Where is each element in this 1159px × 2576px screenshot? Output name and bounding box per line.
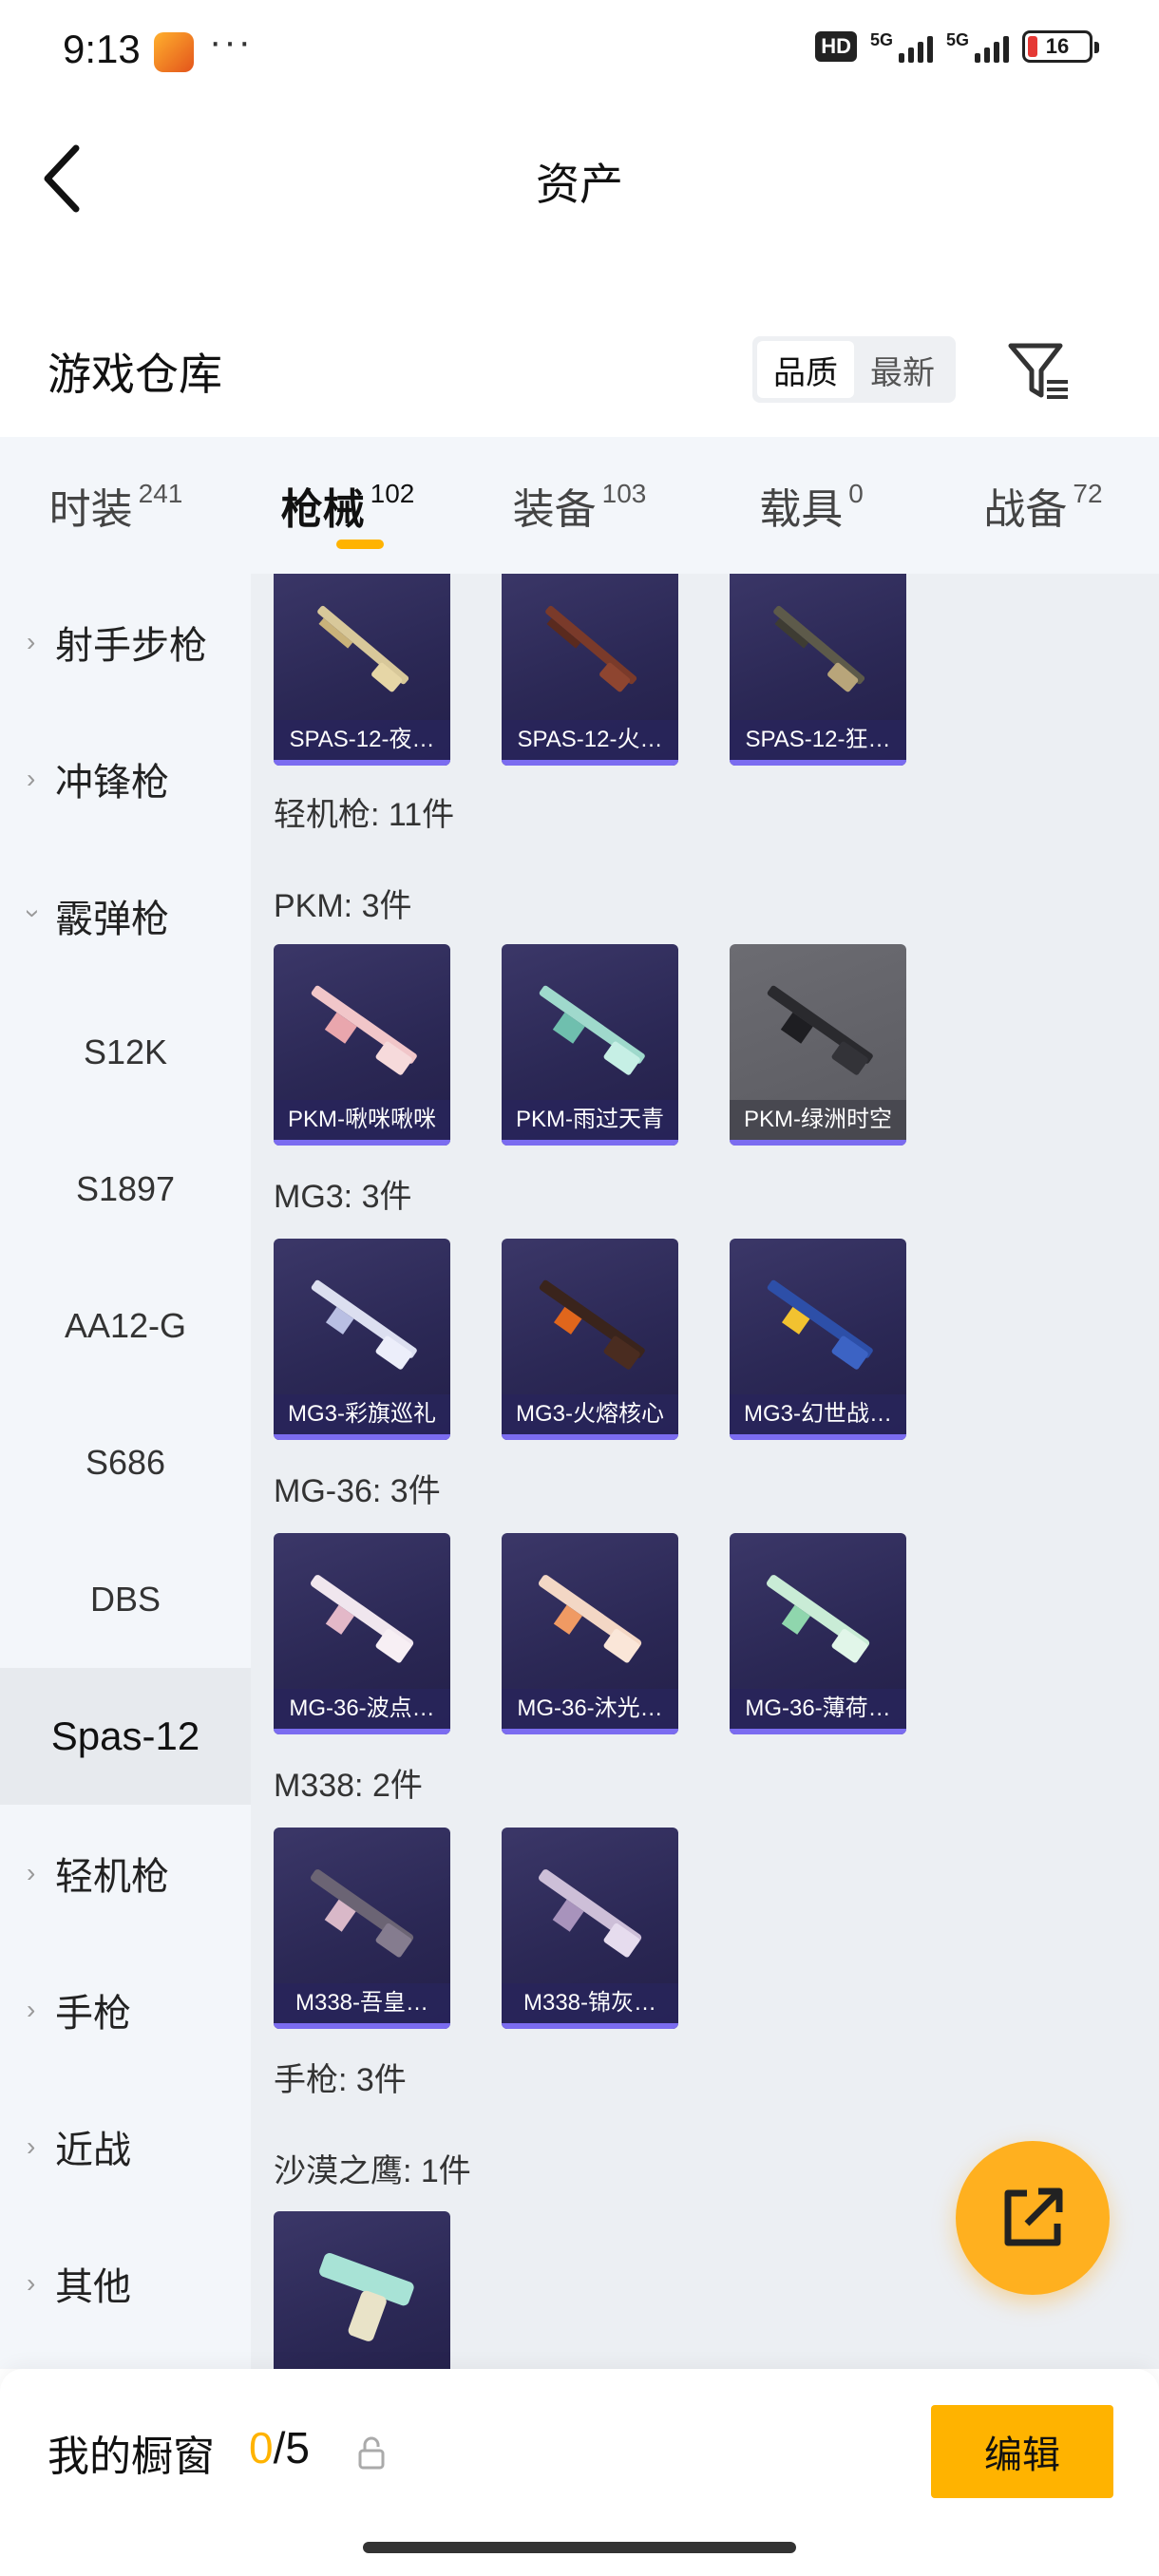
- sidebar-item-dbs[interactable]: DBS: [0, 1531, 251, 1668]
- share-fab-button[interactable]: [956, 2141, 1110, 2295]
- weapon-card[interactable]: MG3-幻世战…: [730, 1239, 906, 1440]
- lmg-section-header: 轻机枪: 11件: [274, 797, 455, 833]
- sort-quality-option[interactable]: 品质: [757, 341, 854, 398]
- header: 资产: [0, 104, 1159, 256]
- home-indicator: [363, 2542, 796, 2553]
- chevron-right-icon: ›: [27, 2131, 36, 2161]
- status-time: 9:13: [63, 27, 141, 71]
- app-notification-icon: [154, 32, 194, 72]
- weapon-card[interactable]: PKM-绿洲时空: [730, 944, 906, 1146]
- pkm-row: PKM-啾咪啾咪 PKM-雨过天青 PKM-绿洲时空: [274, 944, 906, 1146]
- filter-button[interactable]: [1005, 338, 1072, 405]
- rifle-image: [311, 1575, 414, 1663]
- more-notifications-icon: ···: [209, 21, 253, 63]
- sidebar-item-s1897[interactable]: S1897: [0, 1121, 251, 1258]
- sidebar-item-spas12[interactable]: Spas-12: [0, 1668, 251, 1805]
- shotgun-image: [773, 605, 865, 692]
- page-title: 资产: [536, 160, 623, 209]
- sidebar-item-melee[interactable]: › 近战: [0, 2078, 251, 2215]
- sidebar-item-smg[interactable]: › 冲锋枪: [0, 710, 251, 847]
- sort-toggle: 品质 最新: [752, 336, 956, 403]
- deagle-row: [274, 2211, 450, 2369]
- chevron-down-icon: ›: [19, 909, 48, 919]
- tab-firearms[interactable]: 枪械 102: [232, 437, 464, 574]
- hd-call-icon: HD: [815, 31, 857, 62]
- sidebar-item-other[interactable]: › 其他: [0, 2215, 251, 2352]
- sidebar-item-lmg[interactable]: › 轻机枪: [0, 1805, 251, 1941]
- shotgun-image: [317, 605, 409, 692]
- shotgun-image: [545, 605, 637, 692]
- weapon-card[interactable]: MG-36-波点…: [274, 1533, 450, 1734]
- showcase-count: 0/5: [249, 2423, 310, 2472]
- sidebar-item-aa12g[interactable]: AA12-G: [0, 1258, 251, 1394]
- tab-vehicles[interactable]: 载具 0: [695, 437, 927, 574]
- weapon-card[interactable]: [274, 2211, 450, 2369]
- sidebar-item-dmr[interactable]: › 射手步枪: [0, 574, 251, 710]
- chevron-right-icon: ›: [27, 764, 36, 793]
- weapon-card[interactable]: MG-36-薄荷…: [730, 1533, 906, 1734]
- tab-supplies[interactable]: 战备 72: [927, 437, 1159, 574]
- signal-icon: 5G: [870, 30, 933, 63]
- machine-gun-image: [539, 985, 645, 1075]
- showcase-label: 我的橱窗: [48, 2434, 215, 2480]
- machine-gun-image: [311, 1279, 417, 1370]
- weapon-card[interactable]: SPAS-12-火…: [502, 574, 678, 766]
- machine-gun-image: [311, 985, 417, 1075]
- rifle-image: [539, 1869, 642, 1958]
- weapon-card[interactable]: PKM-啾咪啾咪: [274, 944, 450, 1146]
- sidebar-item-s686[interactable]: S686: [0, 1394, 251, 1531]
- edit-button[interactable]: 编辑: [931, 2405, 1113, 2498]
- pistol-image: [319, 2253, 414, 2341]
- battery-icon: 16: [1022, 30, 1099, 63]
- tab-fashion[interactable]: 时装 241: [0, 437, 232, 574]
- weapon-card[interactable]: MG-36-沐光…: [502, 1533, 678, 1734]
- chevron-right-icon: ›: [27, 627, 36, 656]
- pkm-group-header: PKM: 3件: [274, 888, 412, 924]
- m338-group-header: M338: 2件: [274, 1768, 423, 1804]
- status-bar: 9:13 ··· HD 5G 5G 16: [0, 0, 1159, 104]
- spas-row: SPAS-12-夜… SPAS-12-火… SPAS-12-狂…: [274, 574, 906, 766]
- weapon-card[interactable]: M338-吾皇…: [274, 1828, 450, 2029]
- sidebar-item-shotgun[interactable]: › 霰弹枪: [0, 847, 251, 984]
- weapon-card[interactable]: M338-锦灰…: [502, 1828, 678, 2029]
- status-indicators: HD 5G 5G 16: [815, 30, 1099, 63]
- filter-icon: [1008, 343, 1068, 399]
- weapon-grid: SPAS-12-夜… SPAS-12-火… SPAS-12-狂… 轻机枪: 11…: [251, 574, 1159, 2369]
- lock-icon: [358, 2436, 385, 2470]
- machine-gun-image: [767, 985, 873, 1075]
- chevron-right-icon: ›: [27, 2268, 36, 2298]
- rifle-image: [311, 1869, 414, 1958]
- warehouse-title: 游戏仓库: [48, 350, 222, 399]
- weapon-card[interactable]: SPAS-12-夜…: [274, 574, 450, 766]
- machine-gun-image: [767, 1279, 873, 1370]
- external-link-icon: [1004, 2188, 1063, 2246]
- mg36-row: MG-36-波点… MG-36-沐光… MG-36-薄荷…: [274, 1533, 906, 1734]
- sort-newest-option[interactable]: 最新: [854, 341, 951, 398]
- pistol-section-header: 手枪: 3件: [274, 2062, 407, 2098]
- weapon-card[interactable]: SPAS-12-狂…: [730, 574, 906, 766]
- weapon-category-sidebar: › 射手步枪 › 冲锋枪 › 霰弹枪 S12K S1897 AA12-G S686 D…: [0, 574, 251, 2369]
- chevron-right-icon: ›: [27, 1858, 36, 1887]
- mg3-group-header: MG3: 3件: [274, 1179, 412, 1215]
- signal-icon-2: 5G: [946, 30, 1009, 63]
- weapon-card[interactable]: PKM-雨过天青: [502, 944, 678, 1146]
- chevron-right-icon: ›: [27, 1995, 36, 2024]
- sidebar-item-s12k[interactable]: S12K: [0, 984, 251, 1121]
- weapon-card[interactable]: MG3-彩旗巡礼: [274, 1239, 450, 1440]
- category-tabs: 时装 241 枪械 102 装备 103 载具 0 战备 72: [0, 437, 1159, 574]
- sidebar-item-pistol[interactable]: › 手枪: [0, 1941, 251, 2078]
- mg3-row: MG3-彩旗巡礼 MG3-火熔核心 MG3-幻世战…: [274, 1239, 906, 1440]
- warehouse-row: 游戏仓库 品质 最新: [0, 313, 1159, 427]
- deagle-group-header: 沙漠之鹰: 1件: [274, 2153, 471, 2189]
- rifle-image: [539, 1575, 642, 1663]
- tab-equipment[interactable]: 装备 103: [464, 437, 695, 574]
- mg36-group-header: MG-36: 3件: [274, 1473, 441, 1509]
- weapon-card[interactable]: MG3-火熔核心: [502, 1239, 678, 1440]
- machine-gun-image: [539, 1279, 645, 1370]
- rifle-image: [767, 1575, 870, 1663]
- m338-row: M338-吾皇… M338-锦灰…: [274, 1828, 678, 2029]
